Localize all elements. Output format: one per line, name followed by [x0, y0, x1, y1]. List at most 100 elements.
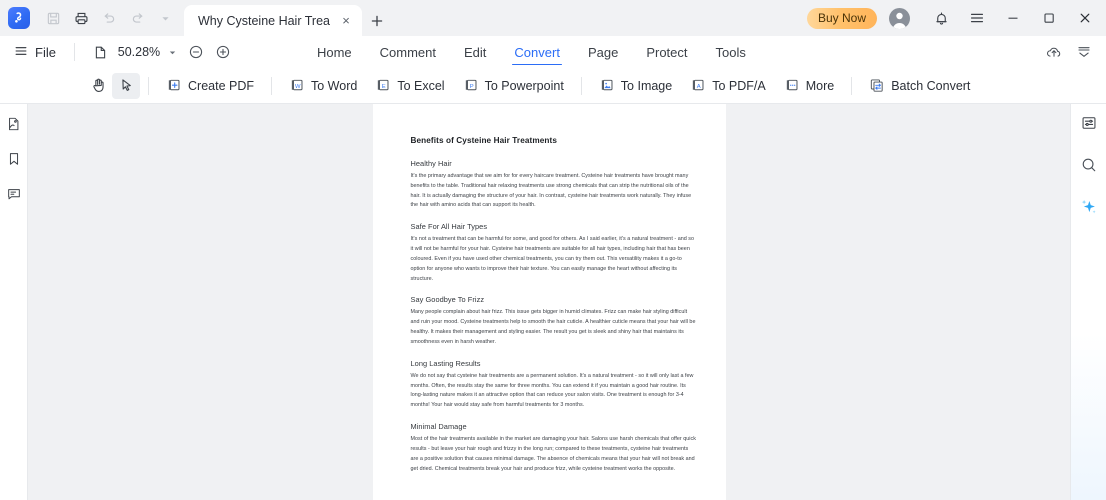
more-convert-label: More	[805, 78, 835, 93]
right-panel-rail	[1070, 104, 1106, 500]
to-excel-label: To Excel	[397, 78, 445, 93]
section-body: It's not a treatment that can be harmful…	[410, 236, 694, 282]
collapse-ribbon-icon[interactable]	[1072, 40, 1096, 64]
svg-text:P: P	[469, 83, 473, 89]
document-section: Long Lasting Results We do not say that …	[411, 359, 698, 411]
section-body: It's the primary advantage that we aim f…	[410, 173, 692, 209]
pdfelement-window: Why Cysteine Hair Treat... × Buy Now Fil…	[0, 0, 1106, 500]
buy-now-button[interactable]: Buy Now	[806, 7, 877, 29]
ribbon-tab-comment[interactable]: Comment	[366, 36, 450, 68]
ribbon-tab-edit[interactable]: Edit	[450, 36, 500, 68]
properties-panel-icon[interactable]	[1076, 110, 1102, 136]
to-word-button[interactable]: W To Word	[280, 73, 366, 99]
ai-sparkle-icon[interactable]	[1076, 194, 1102, 220]
minimize-button[interactable]	[996, 3, 1030, 33]
to-image-button[interactable]: To Image	[590, 73, 681, 99]
svg-text:W: W	[295, 83, 301, 89]
pdfelement-logo-icon	[8, 7, 30, 29]
menu-bar-right	[1042, 40, 1106, 64]
section-heading: Long Lasting Results	[410, 358, 481, 368]
ribbon-tab-convert[interactable]: Convert	[500, 36, 574, 68]
ribbon-tab-protect[interactable]: Protect	[632, 36, 701, 68]
close-button[interactable]	[1068, 3, 1102, 33]
chevron-down-icon[interactable]	[165, 42, 181, 62]
create-pdf-button[interactable]: Create PDF	[157, 73, 263, 99]
zoom-out-icon[interactable]	[184, 40, 208, 64]
file-menu-button[interactable]: File	[0, 36, 68, 68]
undo-icon[interactable]	[96, 5, 122, 31]
comments-panel-icon[interactable]	[2, 182, 26, 206]
to-powerpoint-icon: P	[463, 78, 479, 94]
document-heading: Benefits of Cysteine Hair Treatments	[410, 136, 557, 145]
document-section: Say Goodbye To Frizz Many people complai…	[411, 295, 698, 347]
hand-tool-icon[interactable]	[84, 73, 112, 99]
chevron-down-icon[interactable]	[152, 5, 178, 31]
page-fit-icon[interactable]	[89, 40, 113, 64]
document-section: Minimal Damage Most of the hair treatmen…	[411, 422, 698, 474]
print-icon[interactable]	[68, 5, 94, 31]
search-icon[interactable]	[1076, 152, 1102, 178]
divider	[271, 76, 272, 95]
section-heading: Say Goodbye To Frizz	[410, 295, 485, 305]
close-tab-icon[interactable]: ×	[338, 13, 354, 29]
to-image-label: To Image	[620, 78, 673, 93]
batch-convert-label: Batch Convert	[891, 78, 971, 93]
maximize-button[interactable]	[1032, 3, 1066, 33]
divider	[580, 76, 582, 95]
document-tab[interactable]: Why Cysteine Hair Treat... ×	[184, 5, 362, 36]
zoom-level-value[interactable]: 50.28%	[116, 45, 162, 59]
account-avatar-icon[interactable]	[889, 7, 910, 29]
cloud-upload-icon[interactable]	[1042, 40, 1066, 64]
hamburger-menu-icon	[14, 44, 28, 61]
ribbon-tab-home[interactable]: Home	[303, 36, 366, 68]
divider	[148, 76, 149, 95]
section-body: We do not say that cysteine hair treatme…	[410, 372, 694, 409]
more-convert-icon	[784, 78, 800, 94]
section-heading: Minimal Damage	[410, 422, 467, 432]
to-excel-icon: E	[375, 78, 391, 94]
title-bar-right: Buy Now	[806, 0, 1106, 36]
svg-text:A: A	[697, 83, 701, 89]
title-bar: Why Cysteine Hair Treat... × Buy Now	[0, 0, 1106, 36]
left-panel-rail	[0, 104, 28, 500]
create-pdf-label: Create PDF	[188, 78, 254, 93]
to-powerpoint-button[interactable]: P To Powerpoint	[454, 73, 573, 99]
new-tab-button[interactable]	[362, 5, 392, 36]
document-section: Safe For All Hair Types It's not a treat…	[411, 222, 698, 284]
document-canvas[interactable]: Benefits of Cysteine Hair Treatments Hea…	[28, 104, 1070, 500]
zoom-controls: 50.28%	[81, 40, 235, 64]
title-bar-left	[0, 0, 178, 36]
to-pdfa-icon: A	[690, 78, 706, 94]
pdf-page[interactable]: Benefits of Cysteine Hair Treatments Hea…	[372, 104, 726, 500]
batch-convert-icon	[869, 78, 885, 94]
convert-toolbar: Create PDF W To Word E To Excel P To Pow…	[0, 68, 1106, 104]
section-body: Most of the hair treatments available in…	[410, 436, 696, 472]
select-cursor-icon[interactable]	[112, 72, 140, 99]
ribbon-tab-page[interactable]: Page	[574, 36, 632, 68]
workspace: Benefits of Cysteine Hair Treatments Hea…	[0, 104, 1106, 500]
to-pdfa-label: To PDF/A	[712, 78, 766, 93]
ribbon-tab-tools[interactable]: Tools	[702, 36, 760, 68]
document-tab-strip: Why Cysteine Hair Treat... ×	[184, 0, 392, 36]
svg-text:E: E	[382, 83, 386, 89]
batch-convert-button[interactable]: Batch Convert	[860, 73, 979, 99]
create-pdf-icon	[166, 78, 182, 94]
to-image-icon	[599, 78, 615, 94]
redo-icon[interactable]	[124, 5, 150, 31]
menu-bar: File 50.28% Home Comment Edit Convert Pa…	[0, 36, 1106, 68]
section-heading: Healthy Hair	[410, 159, 452, 168]
bell-icon[interactable]	[924, 3, 958, 33]
bookmark-panel-icon[interactable]	[2, 147, 26, 171]
section-heading: Safe For All Hair Types	[410, 222, 488, 232]
section-body: Many people complain about hair frizz. T…	[410, 309, 696, 345]
more-convert-button[interactable]: More	[775, 73, 843, 99]
zoom-in-icon[interactable]	[211, 40, 235, 64]
to-excel-button[interactable]: E To Excel	[366, 73, 453, 99]
thumbnails-panel-icon[interactable]	[2, 112, 26, 136]
to-word-icon: W	[289, 78, 305, 94]
to-pdfa-button[interactable]: A To PDF/A	[681, 73, 775, 99]
hamburger-menu-icon[interactable]	[960, 3, 994, 33]
to-word-label: To Word	[311, 78, 358, 93]
save-icon[interactable]	[40, 5, 66, 31]
ribbon-tab-strip: Home Comment Edit Convert Page Protect T…	[303, 36, 760, 68]
